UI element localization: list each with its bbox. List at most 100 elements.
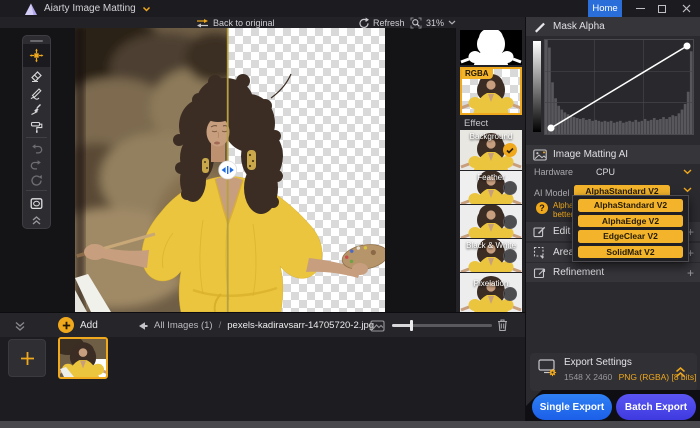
curve-handle-high[interactable]: [684, 43, 691, 50]
edit-section-label: Edit: [553, 226, 570, 237]
model-option-solidmat[interactable]: SolidMat V2: [578, 246, 683, 259]
app-title: Aiarty Image Matting: [44, 3, 136, 14]
thumbnail-size-slider[interactable]: [392, 324, 492, 327]
hardware-chevron-down-icon[interactable]: [683, 169, 692, 175]
effect-thumb-3[interactable]: [460, 205, 522, 238]
maximize-button[interactable]: [654, 0, 670, 17]
tool-divider: [26, 190, 47, 191]
effect-thumb-background[interactable]: Background: [460, 130, 522, 170]
effect-thumb-black-white[interactable]: Black & White: [460, 239, 522, 272]
export-dimensions: 1548 X 2460: [564, 372, 612, 382]
model-option-alphastandard[interactable]: AlphaStandard V2: [578, 199, 683, 212]
curve-handle-low[interactable]: [548, 125, 555, 132]
all-images-link[interactable]: All Images (1): [154, 320, 213, 331]
mask-alpha-header[interactable]: Mask Alpha: [526, 17, 700, 36]
double-chevron-up-icon: [30, 215, 43, 225]
app-logo-icon: [24, 2, 38, 16]
image-list-bar: Add All Images (1) / pexels-kadiravsarr-…: [0, 312, 525, 337]
undo-button[interactable]: [23, 140, 50, 156]
mask-thumbnail[interactable]: [460, 30, 522, 65]
model-option-alphaedge[interactable]: AlphaEdge V2: [578, 215, 683, 228]
crop-frame-tool-button[interactable]: [23, 193, 50, 214]
single-export-button[interactable]: Single Export: [532, 394, 612, 420]
delete-trash-icon[interactable]: [496, 318, 509, 332]
zoom-magnifier-icon: [410, 17, 422, 29]
refresh-button[interactable]: Refresh: [357, 17, 405, 28]
add-label: Add: [80, 320, 98, 331]
export-settings-title: Export Settings: [564, 357, 632, 368]
image-matting-ai-title: Image Matting AI: [553, 149, 628, 160]
add-image-button[interactable]: [58, 317, 74, 333]
reset-rotate-icon: [29, 173, 44, 188]
redo-icon: [29, 157, 44, 172]
path-separator: /: [219, 320, 222, 331]
effect-section-label: Effect: [464, 118, 521, 129]
model-option-edgeclear[interactable]: EdgeClear V2: [578, 230, 683, 243]
hardware-value: CPU: [596, 167, 615, 177]
pencil-tool-button[interactable]: [23, 84, 50, 101]
film-strip: [0, 337, 525, 421]
compare-divider-handle[interactable]: [219, 161, 237, 179]
brush-tool-button[interactable]: [23, 101, 50, 118]
refinement-section-header[interactable]: Refinement +: [526, 263, 700, 282]
alpha-curve-line[interactable]: [551, 46, 687, 128]
collapse-strip-double-chevron-icon[interactable]: [14, 320, 26, 331]
pencil-icon: [29, 85, 44, 100]
editor-canvas[interactable]: [0, 28, 455, 312]
eraser-tool-button[interactable]: [23, 67, 50, 84]
current-filename: pexels-kadiravsarr-14705720-2.jpg: [227, 320, 374, 331]
move-tool-button[interactable]: [23, 44, 50, 67]
collapse-tools-button[interactable]: [23, 214, 50, 226]
refresh-icon: [357, 17, 369, 28]
app-menu-chevron-down-icon[interactable]: [142, 6, 151, 12]
matting-ai-icon: [533, 149, 549, 161]
tool-panel: [22, 35, 51, 229]
back-arrow-icon[interactable]: [138, 321, 148, 331]
collapse-export-double-chevron-up-icon[interactable]: [674, 366, 687, 378]
effect-toggle[interactable]: [503, 181, 517, 195]
slider-handle[interactable]: [410, 320, 413, 331]
effect-toggle[interactable]: [503, 215, 517, 229]
refinement-icon: [533, 266, 549, 279]
effect-thumb-pixelation[interactable]: Pixelation: [460, 273, 522, 312]
ai-model-dropdown: AlphaStandard V2 AlphaEdge V2 EdgeClear …: [572, 195, 689, 262]
brush-icon: [29, 102, 44, 117]
minimize-button[interactable]: [632, 0, 648, 17]
back-to-original-label: Back to original: [213, 18, 275, 28]
home-button[interactable]: Home: [588, 0, 622, 17]
undo-icon: [29, 141, 44, 156]
swap-arrows-icon: [196, 18, 209, 28]
alpha-histogram-plot[interactable]: [544, 39, 694, 135]
effect-toggle[interactable]: [503, 249, 517, 263]
preview-image[interactable]: [75, 28, 385, 312]
area-select-icon: [533, 246, 549, 259]
help-icon[interactable]: ?: [536, 202, 548, 214]
export-settings-icon: [538, 359, 558, 377]
effect-selected-check-icon[interactable]: [503, 143, 517, 157]
close-button[interactable]: [678, 0, 694, 17]
move-tool-icon: [29, 48, 44, 63]
effect-thumb-feather[interactable]: Feather: [460, 171, 522, 204]
eraser-icon: [29, 68, 44, 83]
roller-tool-button[interactable]: [23, 118, 50, 135]
paint-roller-icon: [29, 119, 44, 134]
effect-toggle[interactable]: [503, 287, 517, 301]
refinement-section-label: Refinement: [553, 267, 604, 278]
refinement-expand-plus[interactable]: +: [687, 267, 694, 279]
batch-export-button[interactable]: Batch Export: [616, 394, 696, 420]
rgba-thumbnail-selected[interactable]: RGBA: [460, 67, 522, 115]
back-to-original-button[interactable]: Back to original: [196, 17, 275, 28]
ai-model-chevron-down-icon[interactable]: [683, 187, 692, 193]
redo-button[interactable]: [23, 156, 50, 172]
hardware-label: Hardware: [534, 167, 573, 177]
export-settings-row[interactable]: Export Settings 1548 X 2460 PNG (RGBA) […: [530, 353, 697, 391]
image-matting-ai-header[interactable]: Image Matting AI: [526, 145, 700, 164]
reset-button[interactable]: [23, 172, 50, 188]
settings-panel: Mask Alpha: [525, 17, 700, 428]
preview-column: Mask RGBA Effect Background Feather B: [455, 17, 525, 312]
alpha-gradient-strip: [533, 41, 541, 132]
filmstrip-thumbnail-selected[interactable]: [58, 337, 108, 379]
model-hint-line2: better: [553, 210, 573, 219]
add-image-tile[interactable]: [8, 339, 46, 377]
zoom-control[interactable]: 31%: [410, 17, 456, 28]
